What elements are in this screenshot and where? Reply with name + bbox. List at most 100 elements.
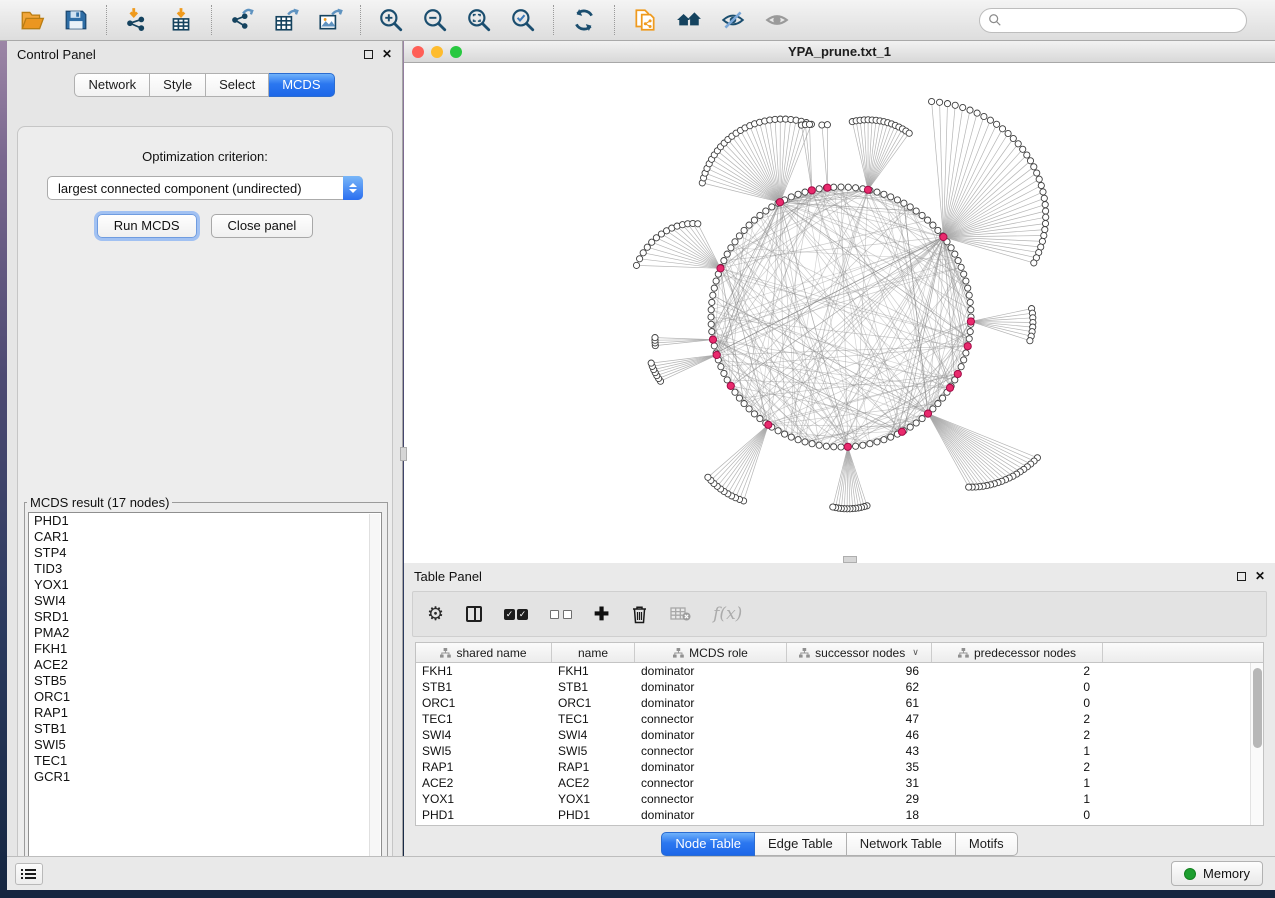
network-node[interactable]	[901, 200, 907, 206]
network-node[interactable]	[708, 314, 714, 320]
network-node[interactable]	[741, 401, 747, 407]
criterion-select[interactable]: largest connected component (undirected)	[47, 176, 363, 200]
network-node[interactable]	[751, 217, 757, 223]
network-node[interactable]	[913, 208, 919, 214]
network-node[interactable]	[960, 104, 966, 110]
table-options-icon[interactable]: ⚙	[427, 605, 444, 624]
table-row[interactable]: SWI5SWI5connector431	[416, 743, 1250, 759]
network-node[interactable]	[944, 101, 950, 107]
network-node[interactable]	[958, 364, 964, 370]
memory-button[interactable]: Memory	[1171, 861, 1263, 886]
close-panel-icon[interactable]: ✕	[382, 48, 392, 60]
mcds-result-item[interactable]: STP4	[29, 545, 381, 561]
network-node[interactable]	[907, 204, 913, 210]
network-node[interactable]	[913, 420, 919, 426]
column-header-predecessor-nodes[interactable]: predecessor nodes	[932, 643, 1103, 662]
save-session-icon[interactable]	[61, 5, 91, 35]
mcds-node[interactable]	[844, 443, 851, 450]
tab-node-table[interactable]: Node Table	[661, 832, 755, 856]
mcds-node[interactable]	[967, 318, 974, 325]
mcds-result-item[interactable]: RAP1	[29, 705, 381, 721]
mcds-node[interactable]	[924, 410, 931, 417]
add-column-icon[interactable]: ✚	[594, 605, 609, 623]
network-node[interactable]	[930, 222, 936, 228]
list-scrollbar[interactable]	[369, 514, 380, 862]
network-node[interactable]	[1005, 130, 1011, 136]
float-table-panel-icon[interactable]	[1237, 572, 1246, 581]
network-node[interactable]	[809, 441, 815, 447]
network-node[interactable]	[709, 299, 715, 305]
scrollbar-thumb[interactable]	[1253, 668, 1262, 748]
mcds-node[interactable]	[713, 351, 720, 358]
run-mcds-button[interactable]: Run MCDS	[97, 214, 197, 238]
network-node[interactable]	[736, 233, 742, 239]
deselect-all-icon[interactable]	[550, 610, 572, 619]
table-row[interactable]: FKH1FKH1dominator962	[416, 663, 1250, 679]
mcds-node[interactable]	[765, 421, 772, 428]
network-node[interactable]	[952, 251, 958, 257]
zoom-out-icon[interactable]	[420, 5, 450, 35]
mcds-result-item[interactable]: PMA2	[29, 625, 381, 641]
network-node[interactable]	[958, 264, 964, 270]
mcds-node[interactable]	[808, 187, 815, 194]
mcds-node[interactable]	[940, 233, 947, 240]
network-node[interactable]	[788, 194, 794, 200]
network-node[interactable]	[1010, 135, 1016, 141]
mcds-node[interactable]	[864, 186, 871, 193]
network-node[interactable]	[795, 191, 801, 197]
tab-style[interactable]: Style	[150, 73, 206, 97]
network-node[interactable]	[919, 212, 925, 218]
network-node[interactable]	[937, 99, 943, 105]
network-node[interactable]	[824, 122, 830, 128]
search-input[interactable]	[1007, 13, 1238, 27]
network-node[interactable]	[831, 444, 837, 450]
network-node[interactable]	[1031, 260, 1037, 266]
network-node[interactable]	[710, 292, 716, 298]
network-node[interactable]	[721, 370, 727, 376]
mcds-result-item[interactable]: GCR1	[29, 769, 381, 785]
network-node[interactable]	[802, 439, 808, 445]
network-node[interactable]	[966, 484, 972, 490]
network-node[interactable]	[999, 126, 1005, 132]
vertical-splitter-handle[interactable]	[400, 447, 407, 461]
tab-mcds[interactable]: MCDS	[269, 73, 334, 97]
network-node[interactable]	[888, 194, 894, 200]
network-node[interactable]	[1043, 208, 1049, 214]
network-node[interactable]	[728, 245, 734, 251]
network-node[interactable]	[823, 443, 829, 449]
network-node[interactable]	[874, 189, 880, 195]
mcds-result-item[interactable]: ORC1	[29, 689, 381, 705]
network-node[interactable]	[881, 437, 887, 443]
network-node[interactable]	[867, 441, 873, 447]
network-node[interactable]	[955, 258, 961, 264]
network-node[interactable]	[751, 411, 757, 417]
network-node[interactable]	[966, 336, 972, 342]
network-node[interactable]	[1024, 152, 1030, 158]
import-table-icon[interactable]	[166, 5, 196, 35]
network-node[interactable]	[1015, 141, 1021, 147]
network-node[interactable]	[633, 262, 639, 268]
network-node[interactable]	[935, 227, 941, 233]
network-node[interactable]	[1042, 220, 1048, 226]
network-node[interactable]	[1020, 146, 1026, 152]
network-node[interactable]	[894, 197, 900, 203]
network-node[interactable]	[713, 278, 719, 284]
network-node[interactable]	[967, 299, 973, 305]
table-row[interactable]: PHD1PHD1dominator180	[416, 807, 1250, 823]
mcds-result-item[interactable]: PHD1	[29, 513, 381, 529]
open-session-icon[interactable]	[17, 5, 47, 35]
network-node[interactable]	[1042, 227, 1048, 233]
show-graphics-icon[interactable]	[762, 5, 792, 35]
select-all-icon[interactable]: ✓✓	[504, 609, 528, 620]
network-node[interactable]	[757, 416, 763, 422]
tab-network-table[interactable]: Network Table	[847, 832, 956, 856]
network-node[interactable]	[644, 244, 650, 250]
column-header-shared-name[interactable]: shared name	[416, 643, 552, 662]
network-node[interactable]	[732, 389, 738, 395]
network-node[interactable]	[788, 434, 794, 440]
table-row[interactable]: ORC1ORC1dominator610	[416, 695, 1250, 711]
network-node[interactable]	[1036, 176, 1042, 182]
mcds-node[interactable]	[898, 428, 905, 435]
mcds-node[interactable]	[717, 265, 724, 272]
hide-graphics-icon[interactable]	[718, 5, 748, 35]
